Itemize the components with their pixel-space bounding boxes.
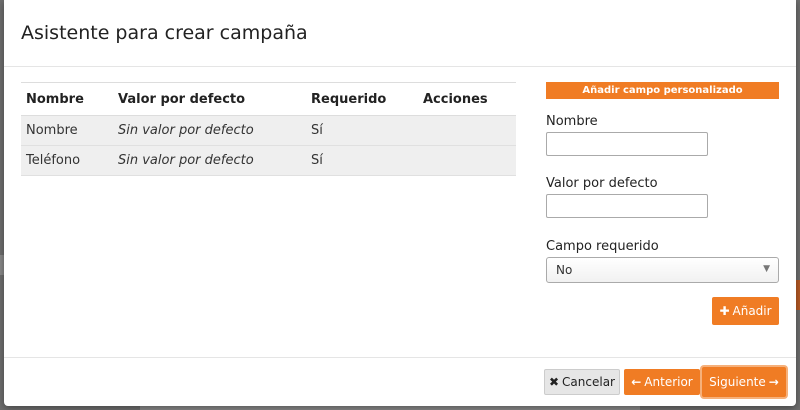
previous-label: Anterior: [644, 375, 693, 389]
chevron-down-icon: ▼: [763, 264, 770, 274]
dialog-title: Asistente para crear campaña: [21, 22, 308, 44]
footer-divider: [4, 357, 796, 358]
column-header-requerido: Requerido: [306, 82, 418, 116]
default-value-input[interactable]: [546, 194, 708, 218]
arrow-left-icon: ←: [631, 375, 642, 389]
column-header-valor: Valor por defecto: [113, 82, 306, 116]
name-label: Nombre: [546, 114, 598, 129]
table-header-row: Nombre Valor por defecto Requerido Accio…: [21, 82, 516, 116]
table-row: Nombre Sin valor por defecto Sí: [21, 115, 516, 146]
fields-table: Nombre Valor por defecto Requerido Accio…: [21, 82, 516, 176]
cancel-label: Cancelar: [562, 375, 615, 389]
required-label: Campo requerido: [546, 239, 659, 254]
cell-nombre: Nombre: [21, 115, 113, 146]
background-app-fragment: [140, 406, 640, 410]
dialog-header: Asistente para crear campaña: [4, 0, 796, 67]
column-header-nombre: Nombre: [21, 82, 113, 116]
name-input[interactable]: [546, 132, 708, 156]
required-select-value: No: [556, 263, 573, 277]
column-header-acciones: Acciones: [418, 82, 516, 116]
cell-valor: Sin valor por defecto: [113, 145, 306, 176]
default-value-label: Valor por defecto: [546, 176, 658, 191]
cell-nombre: Teléfono: [21, 145, 113, 176]
add-field-button[interactable]: ✚ Añadir: [712, 297, 779, 325]
close-icon: ✖: [548, 375, 560, 389]
next-label: Siguiente: [709, 375, 766, 389]
table-row: Teléfono Sin valor por defecto Sí: [21, 145, 516, 176]
campaign-wizard-dialog: Asistente para crear campaña Nombre Valo…: [4, 0, 796, 406]
cell-valor: Sin valor por defecto: [113, 115, 306, 146]
required-select[interactable]: No ▼: [546, 257, 779, 283]
add-field-label: Añadir: [732, 304, 772, 318]
cell-acciones: [418, 115, 516, 146]
cell-acciones: [418, 145, 516, 176]
next-button[interactable]: Siguiente →: [702, 367, 786, 397]
cell-requerido: Sí: [306, 145, 418, 176]
background-app-fragment: [796, 280, 800, 310]
cell-requerido: Sí: [306, 115, 418, 146]
previous-button[interactable]: ← Anterior: [624, 369, 700, 395]
plus-icon: ✚: [719, 304, 730, 318]
cancel-button[interactable]: ✖ Cancelar: [544, 369, 620, 395]
arrow-right-icon: →: [768, 375, 779, 389]
custom-field-header: Añadir campo personalizado: [546, 82, 779, 99]
